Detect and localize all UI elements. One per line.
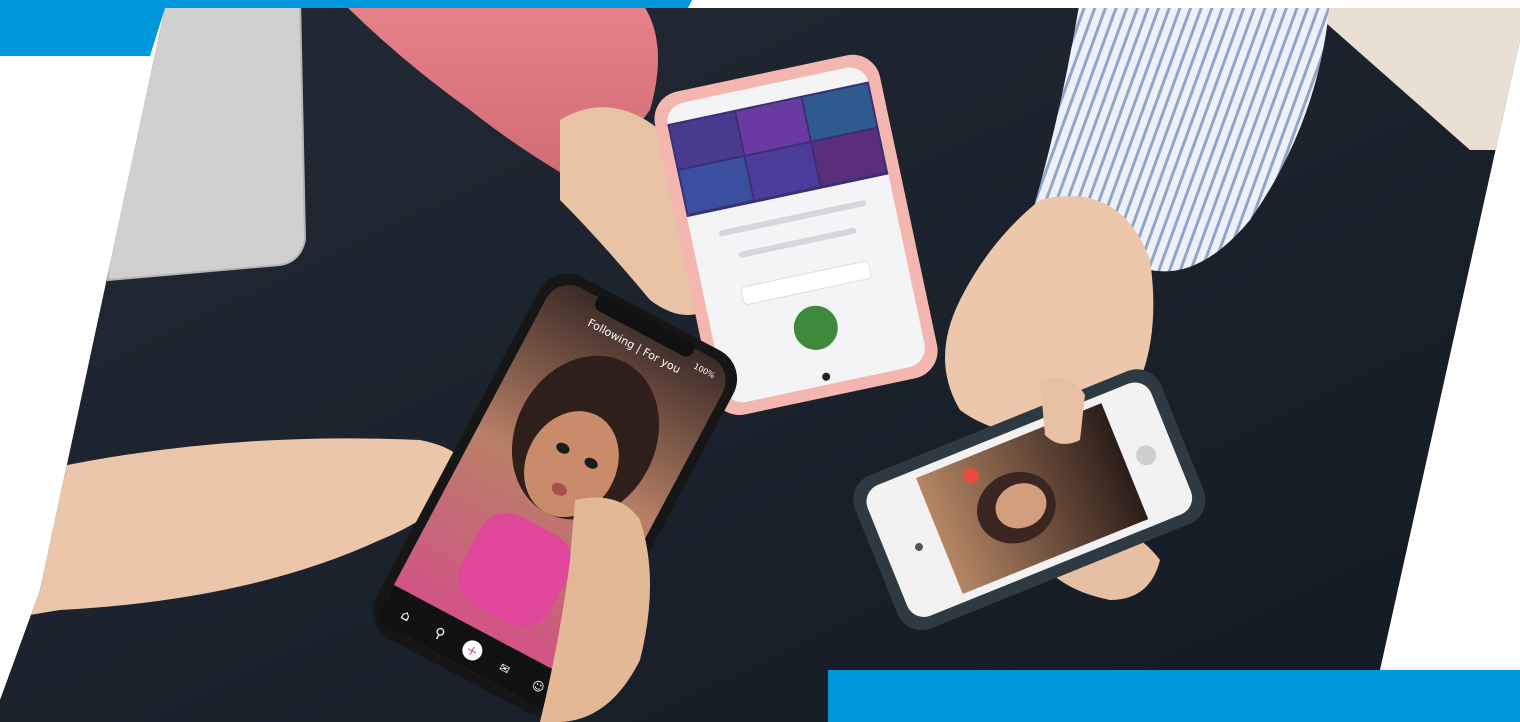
banner-image: Following | For you 100% ⌂ ⚲ + ✉ ☺ [0, 0, 1520, 722]
photo-collage: Following | For you 100% ⌂ ⚲ + ✉ ☺ [0, 0, 1520, 722]
photo-area: Following | For you 100% ⌂ ⚲ + ✉ ☺ [0, 8, 1520, 722]
finger [1040, 377, 1085, 444]
blue-accent-bottom [828, 670, 1520, 722]
